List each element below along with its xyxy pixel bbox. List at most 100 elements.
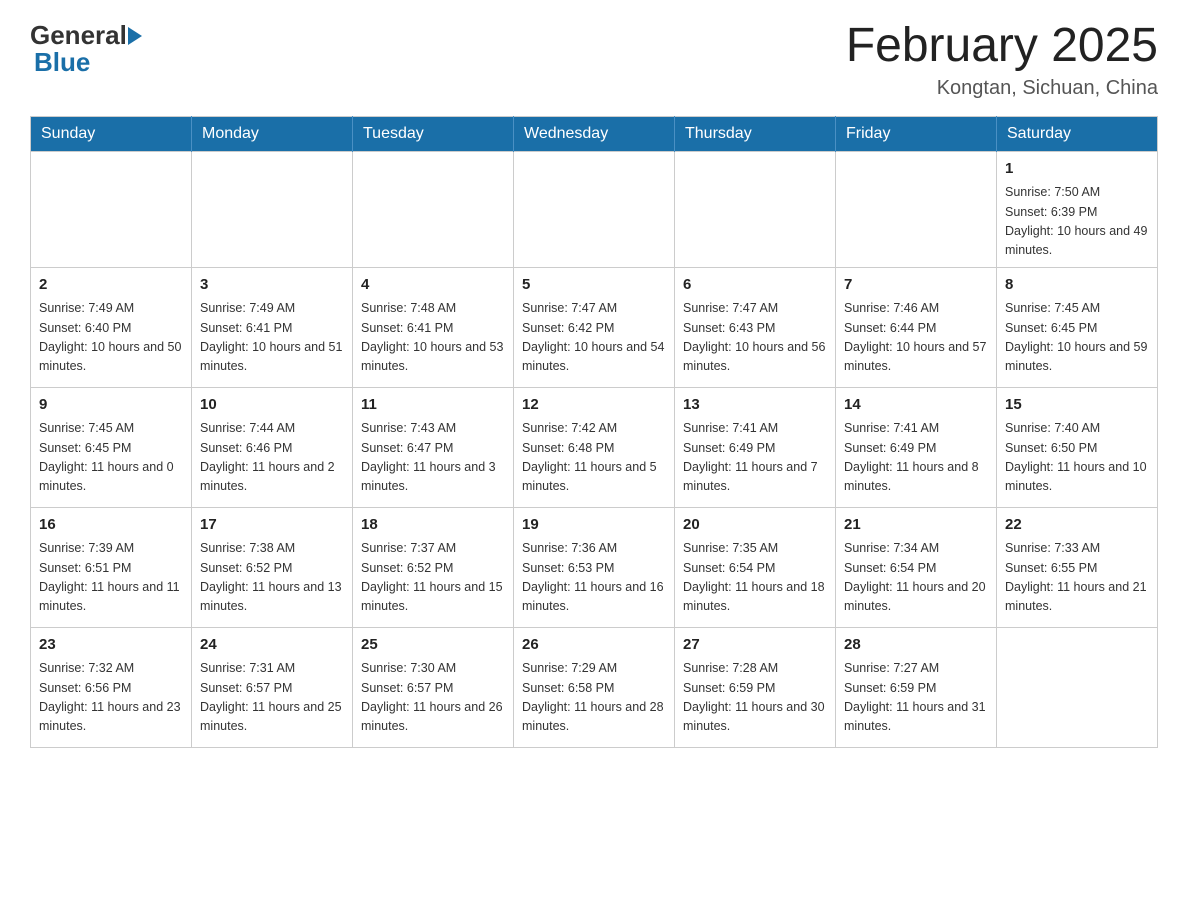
calendar-cell: 17Sunrise: 7:38 AM Sunset: 6:52 PM Dayli… bbox=[192, 507, 353, 627]
day-number: 28 bbox=[844, 634, 988, 657]
calendar-cell: 6Sunrise: 7:47 AM Sunset: 6:43 PM Daylig… bbox=[675, 267, 836, 387]
day-number: 26 bbox=[522, 634, 666, 657]
day-info: Sunrise: 7:29 AM Sunset: 6:58 PM Dayligh… bbox=[522, 659, 666, 737]
day-number: 3 bbox=[200, 274, 344, 297]
day-of-week-header: Thursday bbox=[675, 116, 836, 151]
day-info: Sunrise: 7:43 AM Sunset: 6:47 PM Dayligh… bbox=[361, 419, 505, 497]
calendar-week-row: 23Sunrise: 7:32 AM Sunset: 6:56 PM Dayli… bbox=[31, 627, 1158, 747]
calendar-cell: 28Sunrise: 7:27 AM Sunset: 6:59 PM Dayli… bbox=[836, 627, 997, 747]
day-number: 25 bbox=[361, 634, 505, 657]
day-number: 10 bbox=[200, 394, 344, 417]
day-of-week-header: Wednesday bbox=[514, 116, 675, 151]
calendar-cell: 21Sunrise: 7:34 AM Sunset: 6:54 PM Dayli… bbox=[836, 507, 997, 627]
day-number: 5 bbox=[522, 274, 666, 297]
calendar-cell: 13Sunrise: 7:41 AM Sunset: 6:49 PM Dayli… bbox=[675, 387, 836, 507]
day-number: 7 bbox=[844, 274, 988, 297]
calendar-cell: 3Sunrise: 7:49 AM Sunset: 6:41 PM Daylig… bbox=[192, 267, 353, 387]
day-number: 12 bbox=[522, 394, 666, 417]
day-info: Sunrise: 7:35 AM Sunset: 6:54 PM Dayligh… bbox=[683, 539, 827, 617]
calendar-cell: 26Sunrise: 7:29 AM Sunset: 6:58 PM Dayli… bbox=[514, 627, 675, 747]
day-number: 19 bbox=[522, 514, 666, 537]
day-of-week-header: Saturday bbox=[997, 116, 1158, 151]
calendar-cell: 18Sunrise: 7:37 AM Sunset: 6:52 PM Dayli… bbox=[353, 507, 514, 627]
location-text: Kongtan, Sichuan, China bbox=[846, 77, 1158, 100]
day-info: Sunrise: 7:48 AM Sunset: 6:41 PM Dayligh… bbox=[361, 299, 505, 377]
day-number: 22 bbox=[1005, 514, 1149, 537]
day-info: Sunrise: 7:46 AM Sunset: 6:44 PM Dayligh… bbox=[844, 299, 988, 377]
day-info: Sunrise: 7:33 AM Sunset: 6:55 PM Dayligh… bbox=[1005, 539, 1149, 617]
calendar-cell: 24Sunrise: 7:31 AM Sunset: 6:57 PM Dayli… bbox=[192, 627, 353, 747]
logo-blue-text: Blue bbox=[34, 47, 90, 77]
day-number: 17 bbox=[200, 514, 344, 537]
day-number: 11 bbox=[361, 394, 505, 417]
day-info: Sunrise: 7:50 AM Sunset: 6:39 PM Dayligh… bbox=[1005, 183, 1149, 261]
day-info: Sunrise: 7:41 AM Sunset: 6:49 PM Dayligh… bbox=[844, 419, 988, 497]
calendar-cell: 7Sunrise: 7:46 AM Sunset: 6:44 PM Daylig… bbox=[836, 267, 997, 387]
day-number: 4 bbox=[361, 274, 505, 297]
calendar-cell: 2Sunrise: 7:49 AM Sunset: 6:40 PM Daylig… bbox=[31, 267, 192, 387]
calendar-cell: 19Sunrise: 7:36 AM Sunset: 6:53 PM Dayli… bbox=[514, 507, 675, 627]
calendar-cell: 16Sunrise: 7:39 AM Sunset: 6:51 PM Dayli… bbox=[31, 507, 192, 627]
day-number: 8 bbox=[1005, 274, 1149, 297]
day-info: Sunrise: 7:47 AM Sunset: 6:43 PM Dayligh… bbox=[683, 299, 827, 377]
calendar-cell: 10Sunrise: 7:44 AM Sunset: 6:46 PM Dayli… bbox=[192, 387, 353, 507]
day-number: 9 bbox=[39, 394, 183, 417]
day-number: 21 bbox=[844, 514, 988, 537]
day-of-week-header: Friday bbox=[836, 116, 997, 151]
calendar-week-row: 16Sunrise: 7:39 AM Sunset: 6:51 PM Dayli… bbox=[31, 507, 1158, 627]
calendar-cell: 11Sunrise: 7:43 AM Sunset: 6:47 PM Dayli… bbox=[353, 387, 514, 507]
calendar-cell: 22Sunrise: 7:33 AM Sunset: 6:55 PM Dayli… bbox=[997, 507, 1158, 627]
day-info: Sunrise: 7:49 AM Sunset: 6:40 PM Dayligh… bbox=[39, 299, 183, 377]
calendar-cell: 15Sunrise: 7:40 AM Sunset: 6:50 PM Dayli… bbox=[997, 387, 1158, 507]
calendar-cell bbox=[31, 151, 192, 267]
day-number: 24 bbox=[200, 634, 344, 657]
day-info: Sunrise: 7:41 AM Sunset: 6:49 PM Dayligh… bbox=[683, 419, 827, 497]
calendar-cell: 8Sunrise: 7:45 AM Sunset: 6:45 PM Daylig… bbox=[997, 267, 1158, 387]
day-number: 2 bbox=[39, 274, 183, 297]
day-info: Sunrise: 7:39 AM Sunset: 6:51 PM Dayligh… bbox=[39, 539, 183, 617]
calendar-week-row: 1Sunrise: 7:50 AM Sunset: 6:39 PM Daylig… bbox=[31, 151, 1158, 267]
day-number: 16 bbox=[39, 514, 183, 537]
day-info: Sunrise: 7:45 AM Sunset: 6:45 PM Dayligh… bbox=[1005, 299, 1149, 377]
calendar-cell: 9Sunrise: 7:45 AM Sunset: 6:45 PM Daylig… bbox=[31, 387, 192, 507]
calendar-cell: 20Sunrise: 7:35 AM Sunset: 6:54 PM Dayli… bbox=[675, 507, 836, 627]
day-info: Sunrise: 7:45 AM Sunset: 6:45 PM Dayligh… bbox=[39, 419, 183, 497]
calendar-cell: 27Sunrise: 7:28 AM Sunset: 6:59 PM Dayli… bbox=[675, 627, 836, 747]
day-info: Sunrise: 7:49 AM Sunset: 6:41 PM Dayligh… bbox=[200, 299, 344, 377]
calendar-cell bbox=[997, 627, 1158, 747]
calendar-cell bbox=[192, 151, 353, 267]
day-number: 18 bbox=[361, 514, 505, 537]
day-number: 20 bbox=[683, 514, 827, 537]
calendar-cell bbox=[675, 151, 836, 267]
calendar-cell: 5Sunrise: 7:47 AM Sunset: 6:42 PM Daylig… bbox=[514, 267, 675, 387]
calendar-cell: 4Sunrise: 7:48 AM Sunset: 6:41 PM Daylig… bbox=[353, 267, 514, 387]
day-number: 13 bbox=[683, 394, 827, 417]
day-info: Sunrise: 7:36 AM Sunset: 6:53 PM Dayligh… bbox=[522, 539, 666, 617]
calendar-cell bbox=[514, 151, 675, 267]
day-info: Sunrise: 7:28 AM Sunset: 6:59 PM Dayligh… bbox=[683, 659, 827, 737]
day-number: 15 bbox=[1005, 394, 1149, 417]
month-title: February 2025 bbox=[846, 20, 1158, 73]
day-info: Sunrise: 7:31 AM Sunset: 6:57 PM Dayligh… bbox=[200, 659, 344, 737]
day-info: Sunrise: 7:47 AM Sunset: 6:42 PM Dayligh… bbox=[522, 299, 666, 377]
day-number: 14 bbox=[844, 394, 988, 417]
day-info: Sunrise: 7:32 AM Sunset: 6:56 PM Dayligh… bbox=[39, 659, 183, 737]
logo: General Blue bbox=[30, 20, 142, 78]
day-number: 6 bbox=[683, 274, 827, 297]
calendar-cell: 1Sunrise: 7:50 AM Sunset: 6:39 PM Daylig… bbox=[997, 151, 1158, 267]
calendar-cell: 23Sunrise: 7:32 AM Sunset: 6:56 PM Dayli… bbox=[31, 627, 192, 747]
calendar-table: SundayMondayTuesdayWednesdayThursdayFrid… bbox=[30, 116, 1158, 748]
day-of-week-header: Tuesday bbox=[353, 116, 514, 151]
title-block: February 2025 Kongtan, Sichuan, China bbox=[846, 20, 1158, 100]
calendar-cell: 25Sunrise: 7:30 AM Sunset: 6:57 PM Dayli… bbox=[353, 627, 514, 747]
calendar-week-row: 9Sunrise: 7:45 AM Sunset: 6:45 PM Daylig… bbox=[31, 387, 1158, 507]
day-of-week-header: Monday bbox=[192, 116, 353, 151]
page-header: General Blue February 2025 Kongtan, Sich… bbox=[30, 20, 1158, 100]
day-info: Sunrise: 7:34 AM Sunset: 6:54 PM Dayligh… bbox=[844, 539, 988, 617]
day-info: Sunrise: 7:42 AM Sunset: 6:48 PM Dayligh… bbox=[522, 419, 666, 497]
day-number: 1 bbox=[1005, 158, 1149, 181]
calendar-week-row: 2Sunrise: 7:49 AM Sunset: 6:40 PM Daylig… bbox=[31, 267, 1158, 387]
day-info: Sunrise: 7:38 AM Sunset: 6:52 PM Dayligh… bbox=[200, 539, 344, 617]
day-info: Sunrise: 7:30 AM Sunset: 6:57 PM Dayligh… bbox=[361, 659, 505, 737]
calendar-cell: 12Sunrise: 7:42 AM Sunset: 6:48 PM Dayli… bbox=[514, 387, 675, 507]
